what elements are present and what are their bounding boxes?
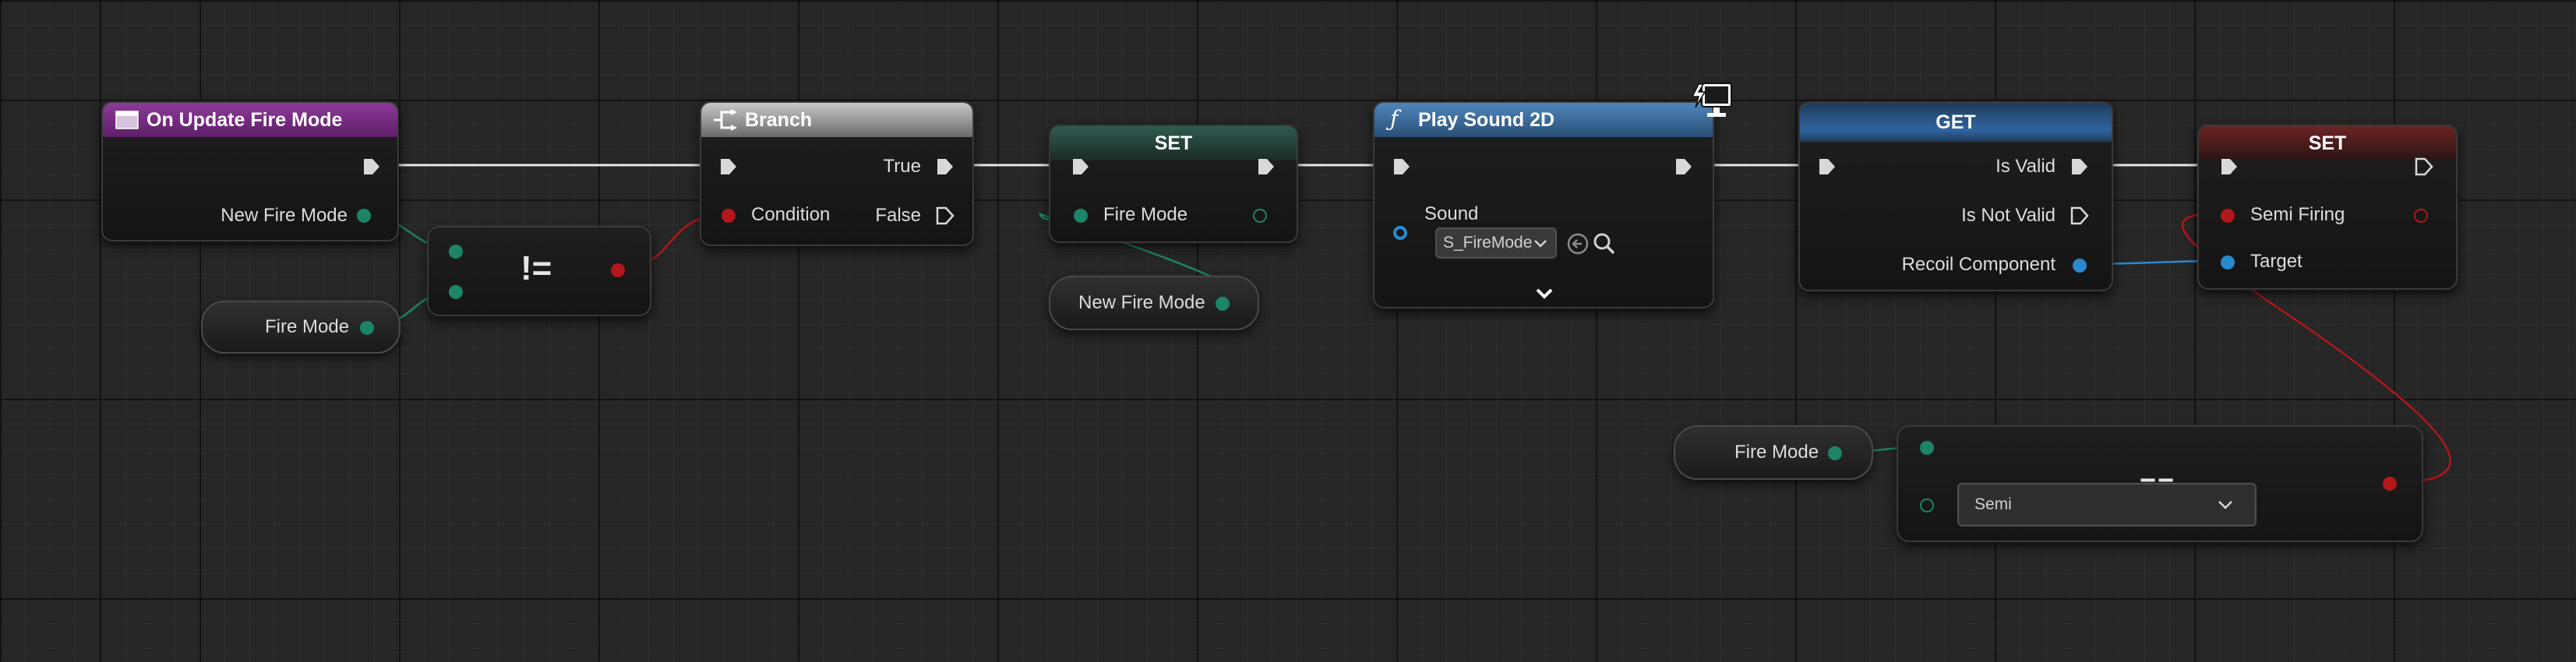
branch-false-pin[interactable] bbox=[935, 206, 955, 226]
semi-firing-input-pin[interactable] bbox=[2221, 209, 2235, 223]
enum-equal-node[interactable]: == Semi bbox=[1897, 425, 2423, 542]
not-equal-node[interactable]: != bbox=[427, 226, 651, 316]
set-fire-mode-exec-in-pin[interactable] bbox=[1071, 157, 1091, 177]
branch-icon bbox=[714, 109, 737, 131]
set-fire-mode-output-pin[interactable] bbox=[1253, 209, 1267, 223]
use-selected-asset-icon[interactable] bbox=[1566, 232, 1590, 255]
set-semi-exec-out-pin[interactable] bbox=[2414, 157, 2434, 177]
sound-label: Sound bbox=[1424, 203, 1479, 224]
event-exec-out-pin[interactable] bbox=[362, 157, 382, 177]
fire-mode-left-output-pin[interactable] bbox=[360, 321, 374, 335]
target-input-pin[interactable] bbox=[2221, 255, 2235, 269]
event-icon bbox=[115, 111, 139, 129]
new-fire-mode-output-label: New Fire Mode bbox=[221, 205, 348, 226]
browse-asset-search-icon[interactable] bbox=[1593, 232, 1616, 255]
is-valid-label: Is Valid bbox=[1996, 156, 2056, 177]
target-label: Target bbox=[2250, 251, 2303, 272]
fire-mode-right-output-pin[interactable] bbox=[1828, 446, 1842, 460]
sound-combo-chevron-icon bbox=[1534, 240, 1547, 248]
play-sound-exec-in-pin[interactable] bbox=[1392, 157, 1412, 177]
event-header: On Update Fire Mode bbox=[103, 103, 397, 137]
semi-firing-output-pin[interactable] bbox=[2414, 209, 2428, 223]
sound-asset-value: S_FireMode bbox=[1443, 234, 1533, 252]
play-sound-title: Play Sound 2D bbox=[1418, 109, 1555, 131]
sound-input-pin[interactable] bbox=[1393, 226, 1407, 240]
branch-condition-pin[interactable] bbox=[722, 209, 736, 223]
enum-dropdown-chevron-icon bbox=[2218, 501, 2232, 509]
enum-value-text: Semi bbox=[1974, 495, 2012, 513]
set-fire-mode-node[interactable]: SET Fire Mode bbox=[1049, 125, 1298, 243]
branch-condition-label: Condition bbox=[751, 204, 831, 225]
branch-node[interactable]: Branch True Condition False bbox=[700, 101, 974, 246]
recoil-component-output-pin[interactable] bbox=[2073, 259, 2087, 273]
is-not-valid-exec-pin[interactable] bbox=[2070, 206, 2090, 226]
branch-header: Branch bbox=[701, 103, 972, 137]
not-equal-input-a-pin[interactable] bbox=[449, 245, 463, 259]
set-fire-mode-input-pin[interactable] bbox=[1074, 209, 1088, 223]
not-equal-output-pin[interactable] bbox=[611, 263, 625, 277]
set-semi-firing-header: SET bbox=[2199, 126, 2456, 160]
chevron-down-icon[interactable] bbox=[1535, 287, 1554, 301]
branch-exec-in-pin[interactable] bbox=[718, 157, 739, 177]
not-equal-input-b-pin[interactable] bbox=[449, 285, 463, 299]
new-fire-mode-var-label: New Fire Mode bbox=[1078, 292, 1205, 313]
get-title: GET bbox=[1936, 111, 1976, 133]
client-only-icon bbox=[1691, 83, 1732, 117]
fire-mode-variable-right[interactable]: Fire Mode bbox=[1674, 425, 1873, 480]
enum-equal-input-a-pin[interactable] bbox=[1920, 441, 1934, 455]
set-semi-exec-in-pin[interactable] bbox=[2219, 157, 2239, 177]
play-sound-exec-out-pin[interactable] bbox=[1674, 157, 1694, 177]
enum-equal-output-pin[interactable] bbox=[2383, 477, 2397, 491]
fire-mode-left-label: Fire Mode bbox=[265, 316, 350, 337]
set-semi-firing-title: SET bbox=[2308, 132, 2347, 154]
set-fire-mode-header: SET bbox=[1050, 126, 1297, 160]
recoil-component-label: Recoil Component bbox=[1901, 254, 2056, 275]
set-fire-mode-exec-out-pin[interactable] bbox=[1256, 157, 1276, 177]
function-icon: ƒ bbox=[1390, 106, 1399, 132]
new-fire-mode-output-pin[interactable] bbox=[357, 209, 371, 223]
on-update-fire-mode-node[interactable]: On Update Fire Mode New Fire Mode bbox=[101, 101, 399, 241]
new-fire-mode-var-output-pin[interactable] bbox=[1216, 297, 1230, 311]
new-fire-mode-variable[interactable]: New Fire Mode bbox=[1049, 276, 1259, 330]
set-fire-mode-label: Fire Mode bbox=[1103, 204, 1188, 225]
play-sound-2d-node[interactable]: Play Sound 2D ƒ Sound S_FireMode bbox=[1373, 101, 1714, 308]
get-header: GET bbox=[1800, 103, 2112, 142]
branch-true-pin[interactable] bbox=[935, 157, 955, 177]
set-fire-mode-title: SET bbox=[1154, 132, 1193, 154]
branch-true-label: True bbox=[883, 156, 921, 177]
fire-mode-variable-left[interactable]: Fire Mode bbox=[201, 301, 401, 354]
is-valid-exec-pin[interactable] bbox=[2070, 157, 2090, 177]
is-not-valid-label: Is Not Valid bbox=[1961, 205, 2056, 226]
branch-false-label: False bbox=[875, 205, 921, 226]
event-title: On Update Fire Mode bbox=[146, 109, 343, 131]
enum-equal-input-b-pin[interactable] bbox=[1920, 498, 1934, 512]
play-sound-header: Play Sound 2D bbox=[1374, 103, 1713, 137]
fire-mode-right-label: Fire Mode bbox=[1734, 442, 1819, 463]
get-exec-in-pin[interactable] bbox=[1817, 157, 1837, 177]
semi-firing-label: Semi Firing bbox=[2250, 204, 2345, 225]
get-recoil-component-node[interactable]: GET Is Valid Is Not Valid Recoil Compone… bbox=[1798, 101, 2113, 291]
branch-title: Branch bbox=[745, 109, 813, 131]
set-semi-firing-node[interactable]: SET Semi Firing Target bbox=[2197, 125, 2458, 290]
not-equal-operator: != bbox=[520, 249, 552, 287]
enum-value-dropdown[interactable]: Semi bbox=[1957, 483, 2257, 526]
